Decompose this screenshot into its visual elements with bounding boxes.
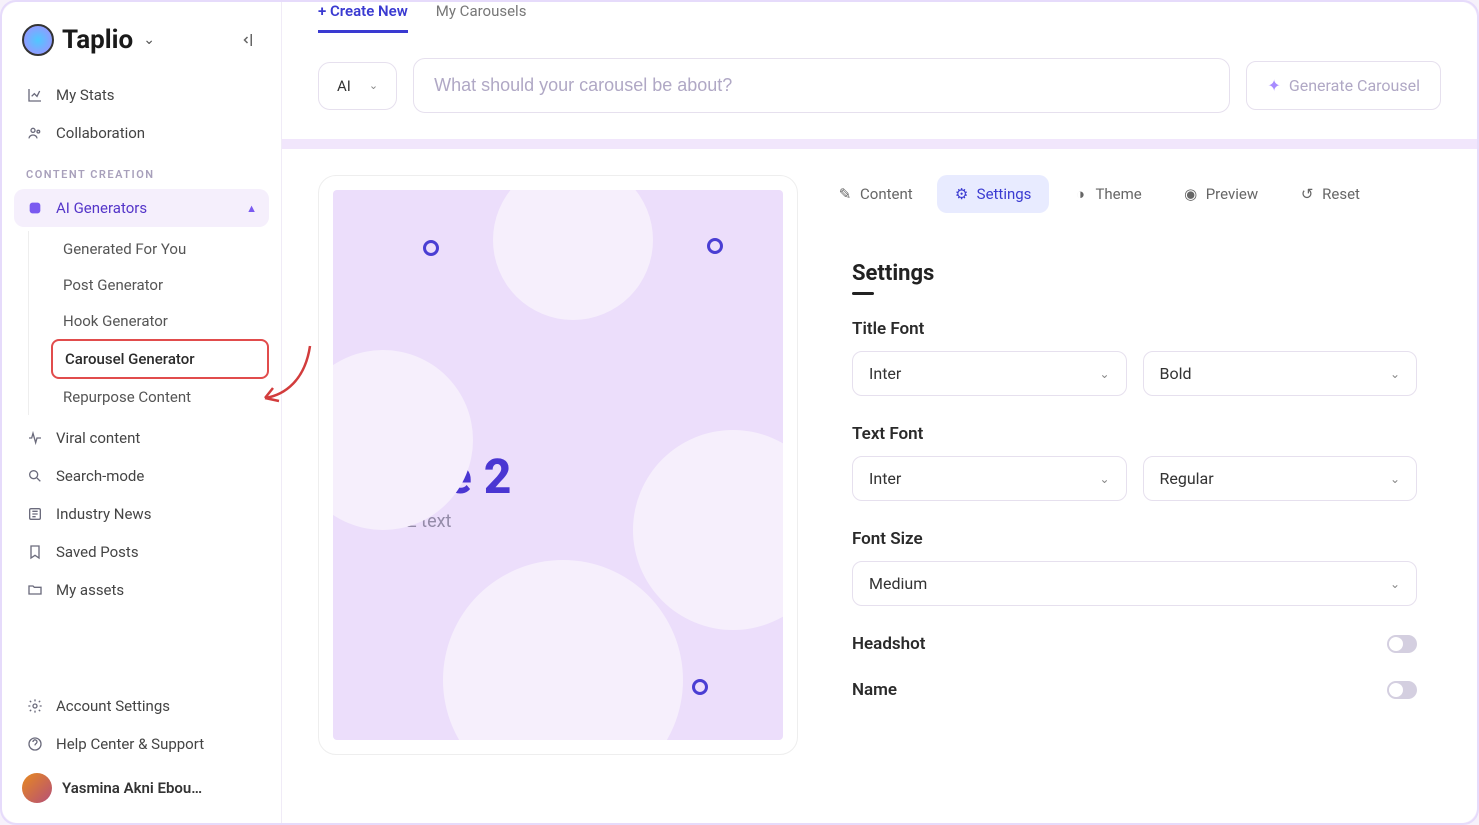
chevron-down-icon: ⌄ [1099, 472, 1109, 486]
pencil-icon: ✎ [838, 187, 852, 201]
eye-icon: ◉ [1184, 187, 1198, 201]
sliders-icon: ⚙ [955, 187, 969, 201]
workspace-switcher[interactable]: Taplio ⌄ [22, 24, 155, 56]
decoration-ring-icon [707, 238, 723, 254]
decoration-ring-icon [423, 240, 439, 256]
sidebar-section-label: CONTENT CREATION [14, 152, 269, 189]
sidebar-item-hook-generator[interactable]: Hook Generator [51, 303, 269, 339]
sidebar-item-carousel-generator[interactable]: Carousel Generator [51, 339, 269, 379]
logo-icon [22, 24, 54, 56]
tab-create-new[interactable]: + Create New [318, 2, 408, 33]
panel-tab-preview[interactable]: ◉ Preview [1166, 175, 1276, 213]
panel-tab-theme[interactable]: ◑ Theme [1055, 175, 1159, 213]
stats-icon [26, 86, 44, 104]
sidebar: Taplio ⌄ My Stats Collaboration CONTENT … [2, 2, 282, 823]
chevron-down-icon: ⌄ [143, 32, 155, 48]
ai-icon [26, 199, 44, 217]
headshot-toggle[interactable] [1387, 635, 1417, 653]
sidebar-item-saved-posts[interactable]: Saved Posts [14, 533, 269, 571]
panel-tab-settings[interactable]: ⚙ Settings [937, 175, 1050, 213]
sidebar-item-my-assets[interactable]: My assets [14, 571, 269, 609]
search-icon [26, 467, 44, 485]
bookmark-icon [26, 543, 44, 561]
generate-carousel-button[interactable]: ✦ Generate Carousel [1246, 61, 1441, 110]
main-content: + Create New My Carousels AI ⌄ ✦ Generat… [282, 2, 1477, 823]
user-name: Yasmina Akni Ebou… [62, 779, 202, 797]
name-toggle[interactable] [1387, 681, 1417, 699]
tab-my-carousels[interactable]: My Carousels [436, 2, 527, 30]
sidebar-item-help[interactable]: Help Center & Support [14, 725, 269, 763]
sidebar-item-collaboration[interactable]: Collaboration [14, 114, 269, 152]
chevron-down-icon: ⌄ [1390, 367, 1400, 381]
sidebar-item-viral-content[interactable]: Viral content [14, 419, 269, 457]
font-size-label: Font Size [852, 529, 1417, 549]
sidebar-item-label: Collaboration [56, 124, 145, 142]
heading-underline [852, 292, 874, 295]
folder-icon [26, 581, 44, 599]
slide-preview-card: 2 Slide 2 Slide 2 text [318, 175, 798, 755]
sidebar-item-generated-for-you[interactable]: Generated For You [51, 231, 269, 267]
gear-icon [26, 697, 44, 715]
sidebar-item-account-settings[interactable]: Account Settings [14, 687, 269, 725]
sparkle-icon: ✦ [1267, 76, 1280, 95]
title-font-family-select[interactable]: Inter⌄ [852, 351, 1127, 396]
decoration-ring-icon [692, 679, 708, 695]
app-name: Taplio [62, 25, 133, 55]
chevron-down-icon: ⌄ [1390, 472, 1400, 486]
sidebar-item-my-stats[interactable]: My Stats [14, 76, 269, 114]
slide-canvas[interactable]: 2 Slide 2 Slide 2 text [333, 190, 783, 740]
reset-icon: ↺ [1300, 187, 1314, 201]
text-font-label: Text Font [852, 424, 1417, 444]
title-font-label: Title Font [852, 319, 1417, 339]
chevron-down-icon: ⌄ [1099, 367, 1109, 381]
ai-mode-select[interactable]: AI ⌄ [318, 62, 397, 110]
name-label: Name [852, 680, 897, 700]
news-icon [26, 505, 44, 523]
chevron-down-icon: ⌄ [1390, 577, 1400, 591]
settings-heading: Settings [852, 261, 1417, 286]
text-font-family-select[interactable]: Inter⌄ [852, 456, 1127, 501]
help-icon [26, 735, 44, 753]
pulse-icon [26, 429, 44, 447]
sidebar-item-label: My Stats [56, 86, 115, 104]
palette-icon: ◑ [1073, 187, 1087, 201]
chevron-down-icon: ⌄ [369, 79, 378, 92]
user-menu[interactable]: Yasmina Akni Ebou… [14, 763, 269, 813]
carousel-topic-input[interactable] [413, 58, 1230, 113]
text-font-weight-select[interactable]: Regular⌄ [1143, 456, 1418, 501]
sidebar-item-post-generator[interactable]: Post Generator [51, 267, 269, 303]
headshot-label: Headshot [852, 634, 925, 654]
caret-up-icon: ▲ [246, 202, 257, 215]
sidebar-item-repurpose-content[interactable]: Repurpose Content [51, 379, 269, 415]
font-size-select[interactable]: Medium⌄ [852, 561, 1417, 606]
title-font-weight-select[interactable]: Bold⌄ [1143, 351, 1418, 396]
divider [282, 139, 1477, 149]
avatar [22, 773, 52, 803]
users-icon [26, 124, 44, 142]
collapse-sidebar-button[interactable] [237, 28, 261, 52]
sidebar-item-label: AI Generators [56, 199, 147, 217]
sidebar-item-search-mode[interactable]: Search-mode [14, 457, 269, 495]
sidebar-item-industry-news[interactable]: Industry News [14, 495, 269, 533]
sidebar-item-ai-generators[interactable]: AI Generators ▲ [14, 189, 269, 227]
panel-tab-content[interactable]: ✎ Content [820, 175, 931, 213]
panel-tab-reset[interactable]: ↺ Reset [1282, 175, 1378, 213]
